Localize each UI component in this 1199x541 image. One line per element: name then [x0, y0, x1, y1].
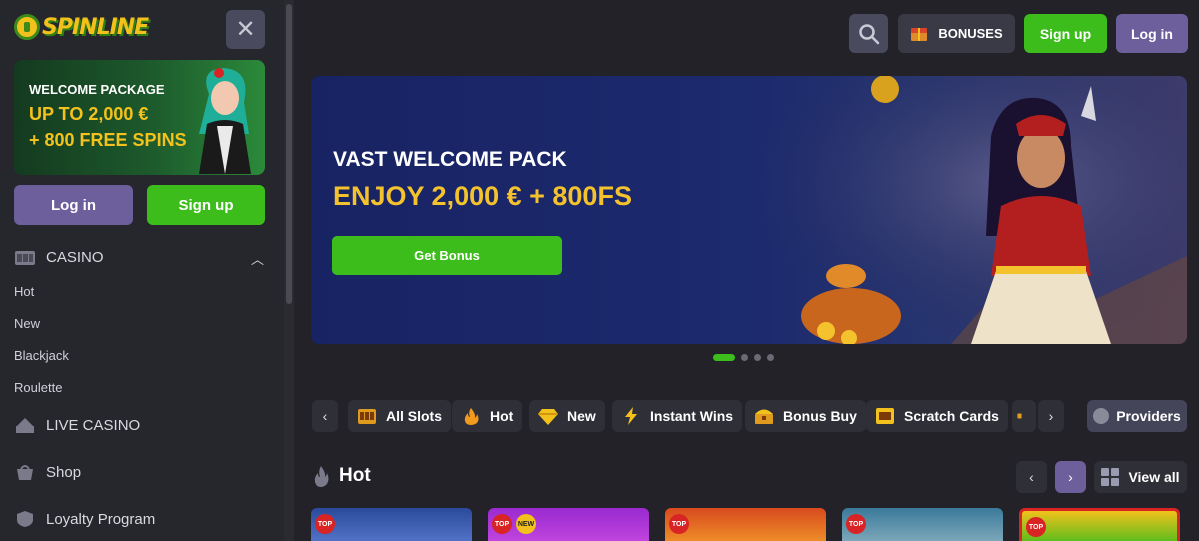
hero-subtitle: ENJOY 2,000 € + 800FS	[333, 181, 632, 211]
hot-next-button[interactable]: ›	[1055, 461, 1086, 493]
flame-icon	[464, 408, 479, 425]
category-label: Hot	[490, 408, 514, 424]
top-badge: TOP	[492, 514, 512, 534]
sidebar-item-label: CASINO	[46, 248, 104, 266]
grid-icon	[1101, 468, 1120, 486]
category-label: Bonus Buy	[783, 408, 857, 424]
chevron-up-icon[interactable]: ︿	[251, 249, 264, 268]
welcome-promo-banner[interactable]: WELCOME PACKAGE UP TO 2,000 € + 800 FREE…	[14, 60, 265, 175]
providers-icon	[1093, 408, 1110, 424]
game-card[interactable]: TOP	[842, 508, 1003, 541]
category-bonus-buy[interactable]: Bonus Buy	[745, 400, 866, 432]
category-instant-wins[interactable]: Instant Wins	[612, 400, 743, 432]
get-bonus-button[interactable]: Get Bonus	[332, 236, 562, 275]
header-login-button[interactable]: Log in	[1116, 14, 1188, 53]
search-icon	[858, 23, 879, 44]
gift-chest-icon	[911, 27, 928, 41]
carousel-dot-3[interactable]	[754, 354, 761, 361]
chevron-right-icon: ›	[1068, 469, 1073, 485]
sidebar-item-label: LIVE CASINO	[46, 416, 141, 434]
sidebar-item-label: Loyalty Program	[46, 510, 156, 528]
category-new[interactable]: New	[529, 400, 605, 432]
sidebar-subitem-new[interactable]: New	[14, 316, 40, 331]
carousel-dot-1[interactable]	[713, 354, 735, 361]
top-badge: TOP	[846, 514, 866, 534]
sidebar-subitem-hot[interactable]: Hot	[14, 284, 34, 299]
category-hot[interactable]: Hot	[452, 400, 523, 432]
game-card[interactable]: TOP	[311, 508, 472, 541]
category-label: New	[567, 408, 596, 424]
sidebar-scrollbar[interactable]	[284, 0, 294, 541]
hero-banner[interactable]: VAST WELCOME PACK ENJOY 2,000 € + 800FS …	[311, 76, 1187, 344]
sidebar-signup-button[interactable]: Sign up	[147, 185, 265, 225]
category-more-icon	[1017, 413, 1022, 419]
lightning-icon	[625, 407, 637, 425]
hot-prev-button[interactable]: ‹	[1016, 461, 1047, 493]
game-card[interactable]: TOP NEW	[488, 508, 649, 541]
bonuses-label: BONUSES	[938, 26, 1003, 41]
hero-carousel-dots	[713, 354, 780, 361]
carousel-dot-4[interactable]	[767, 354, 774, 361]
hero-character-image	[751, 76, 1187, 344]
top-badge: TOP	[315, 514, 335, 534]
categories-next-button[interactable]: ›	[1038, 400, 1064, 432]
shop-icon	[17, 465, 33, 480]
flame-icon	[314, 466, 329, 487]
sidebar-login-button[interactable]: Log in	[14, 185, 133, 225]
bonuses-button[interactable]: BONUSES	[898, 14, 1015, 53]
close-sidebar-button[interactable]: ✕	[226, 10, 265, 49]
slot-machine-icon	[15, 251, 35, 265]
chevron-left-icon: ‹	[322, 408, 328, 424]
view-all-label: View all	[1128, 469, 1180, 485]
chevron-right-icon: ›	[1048, 408, 1054, 424]
category-label: Instant Wins	[650, 408, 734, 424]
sidebar-subitem-roulette[interactable]: Roulette	[14, 380, 62, 395]
close-icon: ✕	[235, 16, 256, 43]
diamond-icon	[538, 409, 558, 425]
header-signup-button[interactable]: Sign up	[1024, 14, 1107, 53]
chest-icon	[755, 409, 773, 424]
search-button[interactable]	[849, 14, 888, 53]
section-title-text: Hot	[339, 465, 371, 486]
slot-machine-icon	[358, 409, 376, 424]
scrollbar-thumb[interactable]	[286, 4, 292, 304]
game-card[interactable]: TOP	[665, 508, 826, 541]
promo-character-image	[199, 68, 251, 174]
spinline-logo-icon	[14, 14, 40, 40]
top-badge: TOP	[1026, 517, 1046, 537]
sidebar-item-live-casino[interactable]: LIVE CASINO	[14, 412, 270, 438]
carousel-dot-2[interactable]	[741, 354, 748, 361]
category-scratch-cards[interactable]: Scratch Cards	[866, 400, 1008, 432]
logo[interactable]: SPINLINE	[14, 14, 149, 40]
chevron-left-icon: ‹	[1029, 469, 1034, 485]
providers-button[interactable]: Providers	[1087, 400, 1187, 432]
category-label: All Slots	[386, 408, 443, 424]
category-all-slots[interactable]: All Slots	[348, 400, 452, 432]
sidebar-item-loyalty[interactable]: Loyalty Program	[14, 506, 270, 532]
loyalty-icon	[17, 511, 33, 527]
promo-line-3: + 800 FREE SPINS	[29, 130, 187, 150]
categories-prev-button[interactable]: ‹	[312, 400, 338, 432]
providers-label: Providers	[1116, 408, 1181, 424]
top-badge: TOP	[669, 514, 689, 534]
hero-title: VAST WELCOME PACK	[333, 148, 567, 171]
sidebar-item-shop[interactable]: Shop	[14, 459, 270, 485]
sidebar-subitem-blackjack[interactable]: Blackjack	[14, 348, 69, 363]
new-badge: NEW	[516, 514, 536, 534]
hot-section-title: Hot	[312, 465, 371, 487]
sidebar: SPINLINE ✕ WELCOME PACKAGE UP TO 2,000 €…	[0, 0, 284, 541]
scratch-card-icon	[876, 408, 894, 424]
sidebar-item-casino[interactable]: CASINO ︿	[14, 244, 270, 270]
logo-text: SPINLINE	[42, 14, 149, 40]
promo-line-2: UP TO 2,000 €	[29, 104, 149, 124]
view-all-button[interactable]: View all	[1094, 461, 1187, 493]
live-casino-icon	[16, 418, 34, 433]
sidebar-item-label: Shop	[46, 463, 82, 481]
promo-line-1: WELCOME PACKAGE	[29, 82, 165, 97]
game-card[interactable]: TOP	[1019, 508, 1180, 541]
category-overflow[interactable]	[1012, 400, 1036, 432]
category-label: Scratch Cards	[904, 408, 999, 424]
